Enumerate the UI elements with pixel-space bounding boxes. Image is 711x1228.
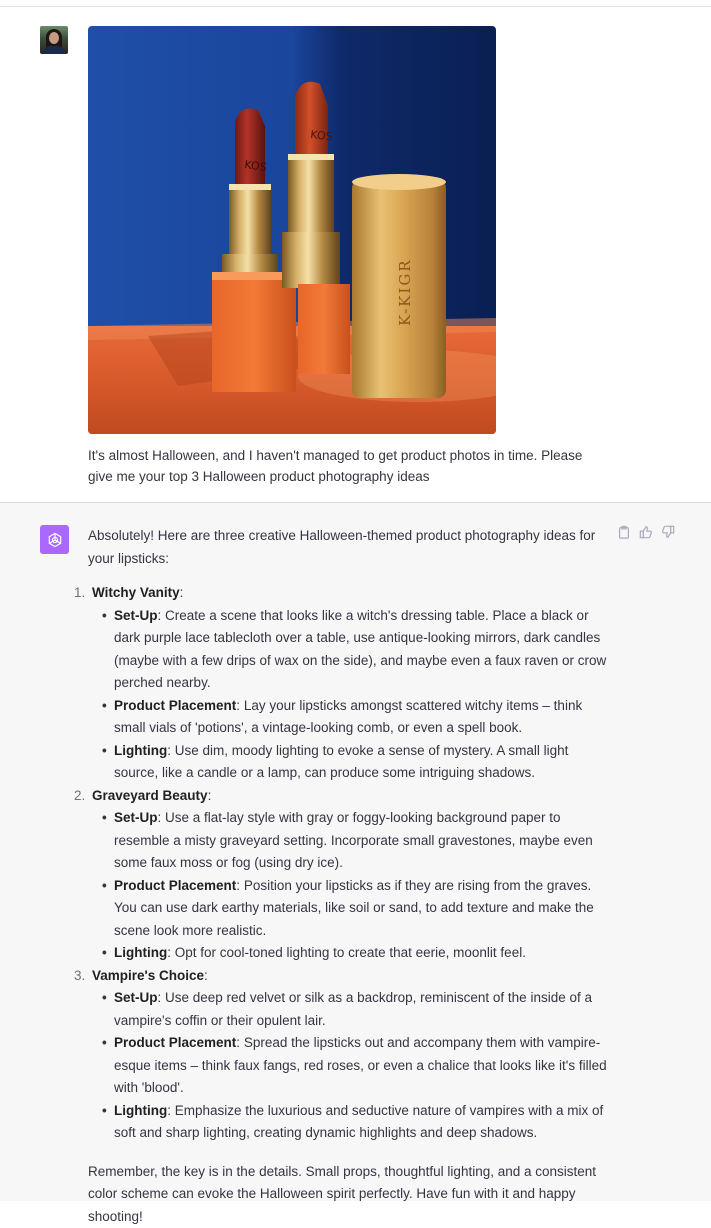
idea-point: •Product Placement: Position your lipsti… bbox=[114, 875, 613, 943]
point-label: Lighting bbox=[114, 1103, 167, 1118]
point-label: Set-Up bbox=[114, 990, 158, 1005]
thumbs-up-icon[interactable] bbox=[639, 525, 653, 539]
response-intro: Absolutely! Here are three creative Hall… bbox=[88, 525, 613, 570]
point-label: Set-Up bbox=[114, 608, 158, 623]
idea-points: •Set-Up: Use deep red velvet or silk as … bbox=[92, 987, 613, 1145]
assistant-response: Absolutely! Here are three creative Hall… bbox=[88, 525, 613, 1228]
thumbs-down-icon[interactable] bbox=[661, 525, 675, 539]
point-label: Product Placement bbox=[114, 1035, 236, 1050]
point-label: Lighting bbox=[114, 743, 167, 758]
idea-title: Graveyard Beauty bbox=[92, 788, 208, 803]
point-text: Opt for cool-toned lighting to create th… bbox=[175, 945, 526, 960]
idea-number: 1. bbox=[74, 582, 85, 605]
idea-title: Witchy Vanity bbox=[92, 585, 180, 600]
point-text: Use a flat-lay style with gray or foggy-… bbox=[114, 810, 593, 870]
user-message: KOS KOS K-KIGR It's almost Halloween, an… bbox=[0, 7, 711, 503]
idea-point: •Set-Up: Create a scene that looks like … bbox=[114, 605, 613, 695]
idea-item: 1. Witchy Vanity: •Set-Up: Create a scen… bbox=[88, 582, 613, 785]
idea-point: •Product Placement: Spread the lipsticks… bbox=[114, 1032, 613, 1100]
svg-text:K-KIGR: K-KIGR bbox=[396, 258, 414, 326]
idea-point: •Product Placement: Lay your lipsticks a… bbox=[114, 695, 613, 740]
point-text: Use dim, moody lighting to evoke a sense… bbox=[114, 743, 568, 781]
user-message-text: It's almost Halloween, and I haven't man… bbox=[88, 445, 608, 487]
idea-points: •Set-Up: Use a flat-lay style with gray … bbox=[92, 807, 613, 965]
point-label: Set-Up bbox=[114, 810, 158, 825]
idea-number: 3. bbox=[74, 965, 85, 988]
ideas-list: 1. Witchy Vanity: •Set-Up: Create a scen… bbox=[88, 582, 613, 1145]
top-divider bbox=[0, 0, 711, 7]
idea-title: Vampire's Choice bbox=[92, 968, 204, 983]
idea-point: •Set-Up: Use deep red velvet or silk as … bbox=[114, 987, 613, 1032]
idea-number: 2. bbox=[74, 785, 85, 808]
idea-item: 3. Vampire's Choice: •Set-Up: Use deep r… bbox=[88, 965, 613, 1145]
assistant-message: Absolutely! Here are three creative Hall… bbox=[0, 503, 711, 1201]
idea-point: •Set-Up: Use a flat-lay style with gray … bbox=[114, 807, 613, 875]
user-avatar bbox=[40, 26, 68, 54]
point-label: Lighting bbox=[114, 945, 167, 960]
point-text: Use deep red velvet or silk as a backdro… bbox=[114, 990, 592, 1028]
idea-point: •Lighting: Emphasize the luxurious and s… bbox=[114, 1100, 613, 1145]
point-text: Emphasize the luxurious and seductive na… bbox=[114, 1103, 603, 1141]
point-label: Product Placement bbox=[114, 698, 236, 713]
uploaded-lipstick-photo[interactable]: KOS KOS K-KIGR bbox=[88, 26, 496, 434]
clipboard-icon[interactable] bbox=[617, 525, 631, 539]
point-text: Create a scene that looks like a witch's… bbox=[114, 608, 606, 691]
response-closing: Remember, the key is in the details. Sma… bbox=[88, 1161, 613, 1228]
idea-points: •Set-Up: Create a scene that looks like … bbox=[92, 605, 613, 785]
idea-point: •Lighting: Use dim, moody lighting to ev… bbox=[114, 740, 613, 785]
idea-point: •Lighting: Opt for cool-toned lighting t… bbox=[114, 942, 613, 965]
openai-logo-icon bbox=[40, 525, 69, 554]
svg-text:KOS: KOS bbox=[310, 128, 334, 143]
idea-item: 2. Graveyard Beauty: •Set-Up: Use a flat… bbox=[88, 785, 613, 965]
point-label: Product Placement bbox=[114, 878, 236, 893]
message-actions bbox=[617, 525, 675, 539]
